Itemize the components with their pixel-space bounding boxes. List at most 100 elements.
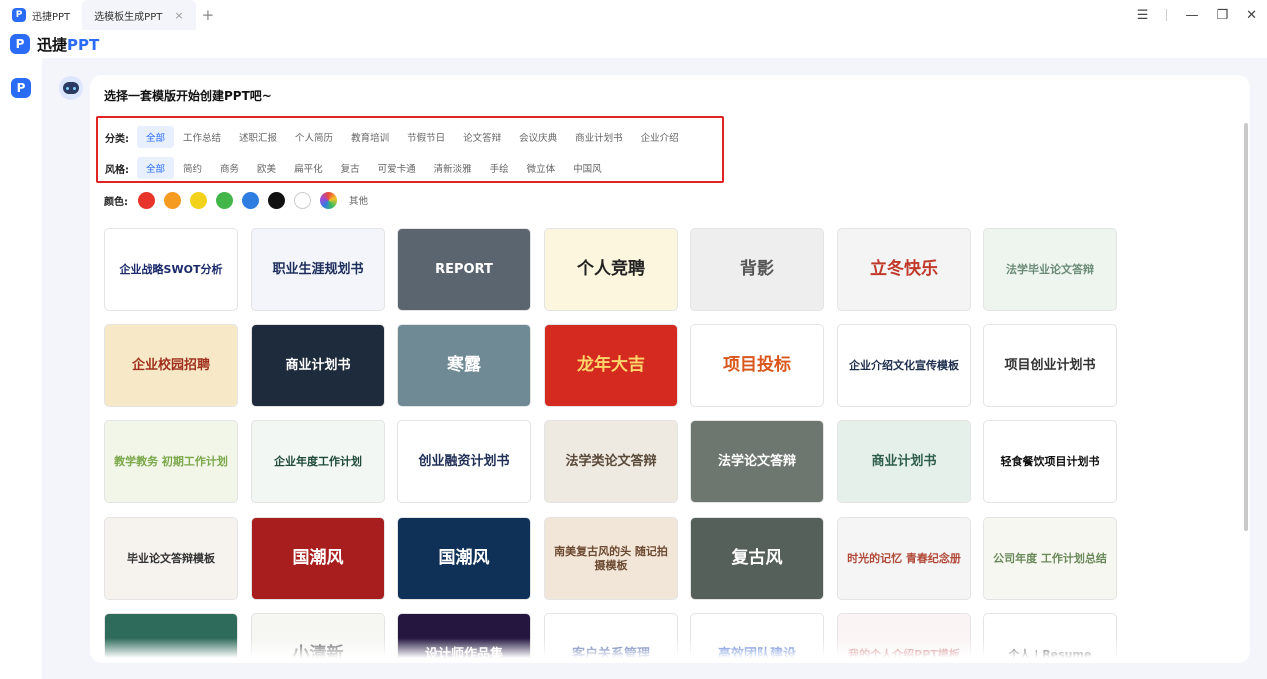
category-chip[interactable]: 个人简历 <box>286 126 342 148</box>
template-title: 南美复古风的头 随记拍摄模板 <box>554 545 668 572</box>
category-chip[interactable]: 教育培训 <box>342 126 398 148</box>
template-card[interactable]: 复古风 <box>690 517 824 600</box>
style-label: 风格: <box>105 164 129 176</box>
close-tab-icon[interactable]: × <box>174 9 183 22</box>
style-chip[interactable]: 欧美 <box>248 157 285 179</box>
color-swatch[interactable] <box>268 191 285 209</box>
style-chip[interactable]: 清新淡雅 <box>425 157 481 179</box>
category-chip[interactable]: 会议庆典 <box>510 126 566 148</box>
template-title: 企业校园招聘 <box>131 357 210 373</box>
category-chip[interactable]: 节假节日 <box>398 126 454 148</box>
template-card[interactable]: 个人竞聘 <box>544 228 678 311</box>
template-card[interactable]: 法学毕业论文答辩 <box>983 228 1117 311</box>
template-title: 复古风 <box>731 548 783 569</box>
tab-label: 迅捷PPT <box>32 11 71 23</box>
template-title: 商业计划书 <box>285 357 351 373</box>
template-card[interactable]: 法学类论文答辩 <box>544 420 678 503</box>
template-title: 毕业论文答辩模板 <box>127 551 215 565</box>
color-label: 颜色: <box>104 196 128 208</box>
template-card[interactable]: 企业校园招聘 <box>104 324 238 407</box>
tab-template-generate[interactable]: 选模板生成PPT × <box>82 0 196 30</box>
close-window-icon[interactable]: ✕ <box>1246 8 1257 23</box>
template-card[interactable]: 企业战略SWOT分析 <box>104 228 238 311</box>
style-chip[interactable]: 手绘 <box>481 157 518 179</box>
color-swatches <box>138 191 346 209</box>
style-chip[interactable]: 中国风 <box>564 157 611 179</box>
color-filter-row: 颜色: 其他 <box>104 189 368 211</box>
template-card[interactable]: 南美复古风的头 随记拍摄模板 <box>544 517 678 600</box>
scrollbar[interactable] <box>1244 123 1248 531</box>
template-card[interactable]: 龙年大吉 <box>544 324 678 407</box>
restore-icon[interactable]: ❐ <box>1216 8 1228 23</box>
style-chip[interactable]: 全部 <box>137 157 175 179</box>
template-card[interactable]: 创业融资计划书 <box>397 420 531 503</box>
category-chip[interactable]: 述职汇报 <box>230 126 286 148</box>
template-title: 时光的记忆 青春纪念册 <box>847 551 961 565</box>
template-card[interactable]: 毕业论文答辩模板 <box>104 517 238 600</box>
style-chip[interactable]: 可爱卡通 <box>369 157 425 179</box>
style-chip[interactable]: 微立体 <box>518 157 565 179</box>
template-card[interactable]: 国潮风 <box>251 517 385 600</box>
template-card[interactable]: 国潮风 <box>397 517 531 600</box>
robot-icon <box>63 82 79 94</box>
template-title: 国潮风 <box>292 548 344 569</box>
template-title: 法学类论文答辩 <box>565 453 657 469</box>
template-title: 教学教务 初期工作计划 <box>114 454 228 468</box>
color-swatch[interactable] <box>242 191 259 209</box>
new-tab-icon[interactable]: + <box>202 6 215 24</box>
color-swatch[interactable] <box>138 191 155 209</box>
category-chip[interactable]: 工作总结 <box>174 126 230 148</box>
template-card[interactable]: 项目创业计划书 <box>983 324 1117 407</box>
template-card[interactable]: 时光的记忆 青春纪念册 <box>837 517 971 600</box>
category-chip[interactable]: 企业介绍 <box>632 126 688 148</box>
template-card[interactable]: 企业年度工作计划 <box>251 420 385 503</box>
template-card[interactable]: 企业介绍文化宣传模板 <box>837 324 971 407</box>
template-title: 轻食餐饮项目计划书 <box>1000 454 1100 468</box>
color-swatch[interactable] <box>216 191 233 209</box>
template-card[interactable]: 商业计划书 <box>837 420 971 503</box>
template-title: 法学论文答辩 <box>717 453 796 469</box>
category-filter-row: 分类: 全部 工作总结 述职汇报 个人简历 教育培训 节假节日 论文答辩 会议庆典 商业计划书企… <box>105 125 688 149</box>
style-chip[interactable]: 扁平化 <box>285 157 332 179</box>
window-controls: ☰ — ❐ ✕ <box>1137 0 1257 30</box>
template-card[interactable]: 教学教务 初期工作计划 <box>104 420 238 503</box>
template-card[interactable]: REPORT <box>397 228 531 311</box>
category-chip[interactable]: 全部 <box>137 126 175 148</box>
multicolor-swatch[interactable] <box>320 191 337 209</box>
color-other-option[interactable]: 其他 <box>349 193 368 207</box>
rail-home-icon[interactable]: P <box>11 78 31 98</box>
style-chip[interactable]: 复古 <box>332 157 369 179</box>
style-chip[interactable]: 简约 <box>174 157 211 179</box>
template-title: 立冬快乐 <box>870 259 938 280</box>
color-swatch[interactable] <box>190 191 207 209</box>
style-chip[interactable]: 商务 <box>211 157 248 179</box>
template-card[interactable]: 立冬快乐 <box>837 228 971 311</box>
category-chip[interactable]: 论文答辩 <box>454 126 510 148</box>
template-card[interactable]: 背影 <box>690 228 824 311</box>
template-card[interactable]: 商业计划书 <box>251 324 385 407</box>
template-card[interactable]: 轻食餐饮项目计划书 <box>983 420 1117 503</box>
brand-name-cn: 迅捷 <box>37 35 68 54</box>
page-title: 选择一套模版开始创建PPT吧~ <box>104 89 272 103</box>
template-card[interactable]: 项目投标 <box>690 324 824 407</box>
template-panel: 选择一套模版开始创建PPT吧~ 分类: 全部 工作总结 述职汇报 个人简历 教育培训 节假… <box>90 75 1250 663</box>
template-title: 创业融资计划书 <box>418 453 510 469</box>
template-card[interactable]: 公司年度 工作计划总结 <box>983 517 1117 600</box>
template-card[interactable]: 寒露 <box>397 324 531 407</box>
brand-name-ppt: PPT <box>67 35 100 54</box>
style-filter-row: 风格: 全部 简约 商务 欧美 扁平化 复古 可爱卡通 清新淡雅 手绘 微立体 中国风 <box>105 156 611 180</box>
side-rail: P <box>0 58 42 679</box>
template-title: 企业年度工作计划 <box>274 454 362 468</box>
style-options: 全部 简约 商务 欧美 扁平化 复古 可爱卡通 清新淡雅 手绘 微立体 中国风 <box>137 157 611 179</box>
minimize-icon[interactable]: — <box>1185 8 1198 23</box>
color-swatch[interactable] <box>164 191 181 209</box>
brand-header: P 迅捷PPT <box>0 30 1267 58</box>
template-card[interactable]: 法学论文答辩 <box>690 420 824 503</box>
color-swatch[interactable] <box>294 191 311 209</box>
template-title: 职业生涯规划书 <box>272 261 364 277</box>
assistant-avatar <box>59 76 83 100</box>
tab-home[interactable]: P 迅捷PPT <box>0 0 82 30</box>
menu-icon[interactable]: ☰ <box>1137 8 1149 23</box>
category-chip[interactable]: 商业计划书 <box>566 126 632 148</box>
template-card[interactable]: 职业生涯规划书 <box>251 228 385 311</box>
